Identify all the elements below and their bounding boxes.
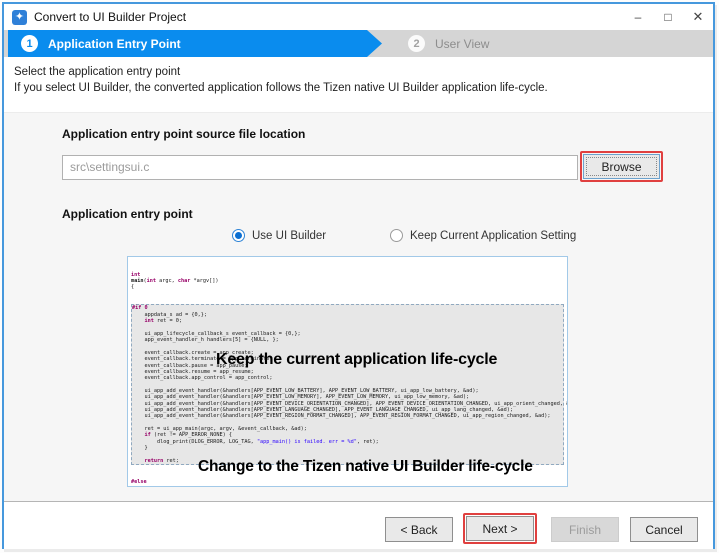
window-title: Convert to UI Builder Project — [34, 10, 186, 24]
cancel-button[interactable]: Cancel — [630, 517, 698, 542]
close-icon[interactable]: ✕ — [683, 4, 713, 30]
radio-option-use-ui-builder[interactable]: Use UI Builder — [232, 229, 326, 242]
code-region-if0-block: #if 0 appdata_s ad = {0,}; int ret = 0; … — [131, 304, 564, 465]
back-button[interactable]: < Back — [385, 517, 453, 542]
keep-current-setting-radio-icon[interactable] — [390, 229, 403, 242]
step-2-number-badge: 2 — [408, 35, 425, 52]
code-region-else-line: #else — [131, 479, 567, 485]
step-2-label: User View — [435, 37, 489, 51]
window-controls: – □ ✕ — [623, 4, 713, 30]
description-line-2: If you select UI Builder, the converted … — [14, 80, 703, 96]
source-file-path-input[interactable]: src\settingsui.c — [62, 155, 578, 180]
wizard-step-bar: 1 Application Entry Point 2 User View — [4, 30, 713, 57]
title-bar: ✦ Convert to UI Builder Project – □ ✕ — [4, 4, 713, 30]
annotation-keep-lifecycle: Keep the current application life-cycle — [216, 351, 497, 369]
step-application-entry-point: 1 Application Entry Point — [8, 30, 382, 57]
annotation-change-lifecycle: Change to the Tizen native UI Builder li… — [198, 458, 533, 476]
browse-button[interactable]: Browse — [583, 154, 660, 179]
next-button[interactable]: Next > — [466, 516, 534, 541]
code-region-main-head: int main(int argc, char *argv[]) { — [131, 272, 567, 291]
wizard-description: Select the application entry point If yo… — [4, 57, 713, 112]
application-entry-point-label: Application entry point — [62, 207, 193, 221]
wizard-content: Application entry point source file loca… — [4, 112, 713, 501]
tizen-app-icon: ✦ — [12, 10, 27, 25]
source-file-location-label: Application entry point source file loca… — [62, 127, 305, 141]
step-user-view: 2 User View — [408, 30, 489, 57]
convert-dialog-window: ✦ Convert to UI Builder Project – □ ✕ 1 … — [2, 2, 715, 549]
minimize-icon[interactable]: – — [623, 4, 653, 30]
step-1-number-badge: 1 — [21, 35, 38, 52]
use-ui-builder-label: Use UI Builder — [252, 230, 326, 242]
next-button-highlight: Next > — [463, 513, 537, 544]
code-preview-pane: int main(int argc, char *argv[]) { #if 0… — [127, 256, 568, 487]
browse-button-highlight: Browse — [580, 151, 663, 182]
keep-current-setting-label: Keep Current Application Setting — [410, 230, 576, 242]
footer-button-bar: < Back Next > Finish Cancel — [4, 501, 713, 549]
finish-button[interactable]: Finish — [551, 517, 619, 542]
maximize-icon[interactable]: □ — [653, 4, 683, 30]
radio-option-keep-current-setting[interactable]: Keep Current Application Setting — [390, 229, 576, 242]
description-line-1: Select the application entry point — [14, 64, 703, 80]
step-1-label: Application Entry Point — [48, 37, 181, 51]
use-ui-builder-radio-icon[interactable] — [232, 229, 245, 242]
